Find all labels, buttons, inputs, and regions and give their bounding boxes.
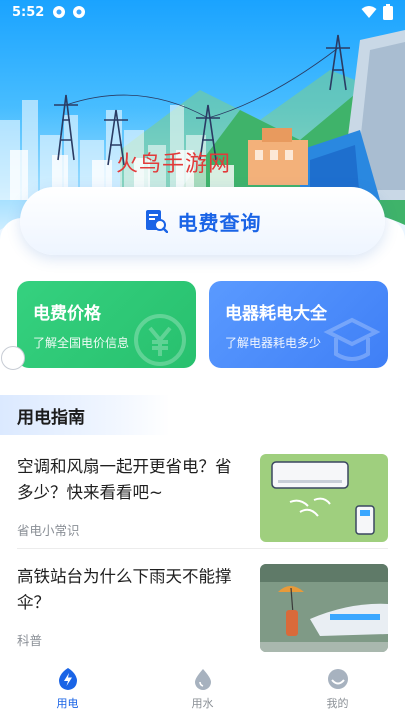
tab-label: 用水 <box>191 697 214 710</box>
wifi-icon <box>361 6 377 18</box>
water-drop-icon <box>194 669 211 690</box>
electricity-price-tile[interactable]: 电费价格 了解全国电价信息 <box>17 281 196 368</box>
section-title: 用电指南 <box>17 407 85 428</box>
article-thumbnail <box>260 564 388 652</box>
watermark-text: 火鸟手游网 <box>116 152 232 177</box>
tab-label: 我的 <box>326 697 349 710</box>
appliance-icon <box>323 317 381 361</box>
electricity-query-button[interactable]: 电费查询 <box>20 187 385 255</box>
floating-assist-button[interactable] <box>1 346 25 370</box>
divider <box>17 548 388 549</box>
tab-mine[interactable]: 我的 <box>270 658 405 720</box>
status-time: 5:52 <box>12 4 45 20</box>
air-conditioner-image <box>260 454 388 542</box>
tab-water[interactable]: 用水 <box>135 658 270 720</box>
bill-search-icon <box>145 210 168 233</box>
article-title: 空调和风扇一起开更省电？省多少？快来看看吧~ <box>17 457 232 502</box>
guide-section-header: 用电指南 <box>0 395 170 435</box>
article-thumbnail <box>260 454 388 542</box>
query-label: 电费查询 <box>177 210 262 235</box>
battery-icon <box>383 4 393 20</box>
article-title: 高铁站台为什么下雨天不能撑伞？ <box>17 567 232 612</box>
article-tag: 科普 <box>17 633 43 648</box>
bottom-tab-bar: 用电 用水 我的 <box>0 658 405 720</box>
status-bar: 5:52 <box>0 0 405 24</box>
train-station-image <box>260 564 388 652</box>
tab-label: 用电 <box>56 697 79 710</box>
appliance-consumption-tile[interactable]: 电器耗电大全 了解电器耗电多少 <box>209 281 388 368</box>
tab-electricity[interactable]: 用电 <box>0 658 135 720</box>
notification-gear-icon <box>53 6 66 18</box>
lightning-icon <box>58 668 77 690</box>
article-card[interactable]: 高铁站台为什么下雨天不能撑伞？ 科普 <box>17 564 388 656</box>
article-card[interactable]: 空调和风扇一起开更省电？省多少？快来看看吧~ 省电小常识 <box>17 454 388 546</box>
feature-tiles: 电费价格 了解全国电价信息 电器耗电大全 了解电器耗电多少 <box>17 281 388 368</box>
notification-gear-icon-2 <box>73 6 86 18</box>
yen-coin-icon <box>134 314 186 366</box>
profile-icon <box>327 669 348 689</box>
article-tag: 省电小常识 <box>17 523 80 538</box>
